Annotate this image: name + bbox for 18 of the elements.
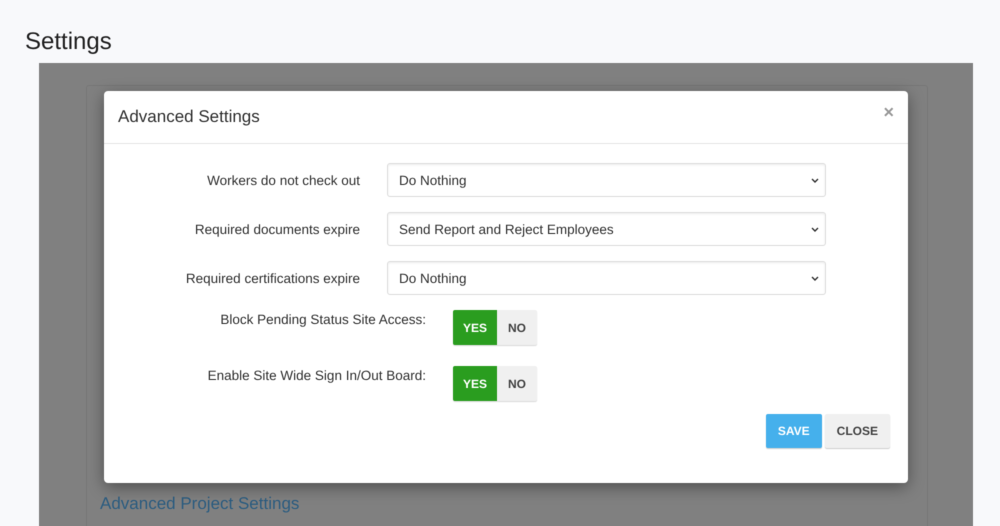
select-field[interactable]: Do Nothing <box>387 261 826 295</box>
toggle-option[interactable]: YES <box>453 366 497 401</box>
page-title: Settings <box>25 28 112 56</box>
toggle-option[interactable]: NO <box>497 310 537 345</box>
modal-title: Advanced Settings <box>118 107 260 127</box>
caret-icon <box>811 178 819 182</box>
toggle-option[interactable]: NO <box>497 366 537 401</box>
select-field[interactable]: Send Report and Reject Employees <box>387 212 826 246</box>
caret-icon <box>811 226 819 232</box>
toggle-option[interactable]: YES <box>453 310 497 345</box>
field-label: Required documents expire <box>194 222 360 236</box>
field-label: Required certifications expire <box>184 270 360 286</box>
caret-icon <box>811 276 819 280</box>
close-button[interactable]: CLOSE <box>824 414 890 448</box>
select-field[interactable]: Do Nothing <box>387 163 826 197</box>
field-label: Workers do not check out <box>206 172 360 188</box>
toggle-label: Block Pending Status Site Access: <box>219 312 426 327</box>
toggle-label: Enable Site Wide Sign In/Out Board: <box>206 368 426 383</box>
